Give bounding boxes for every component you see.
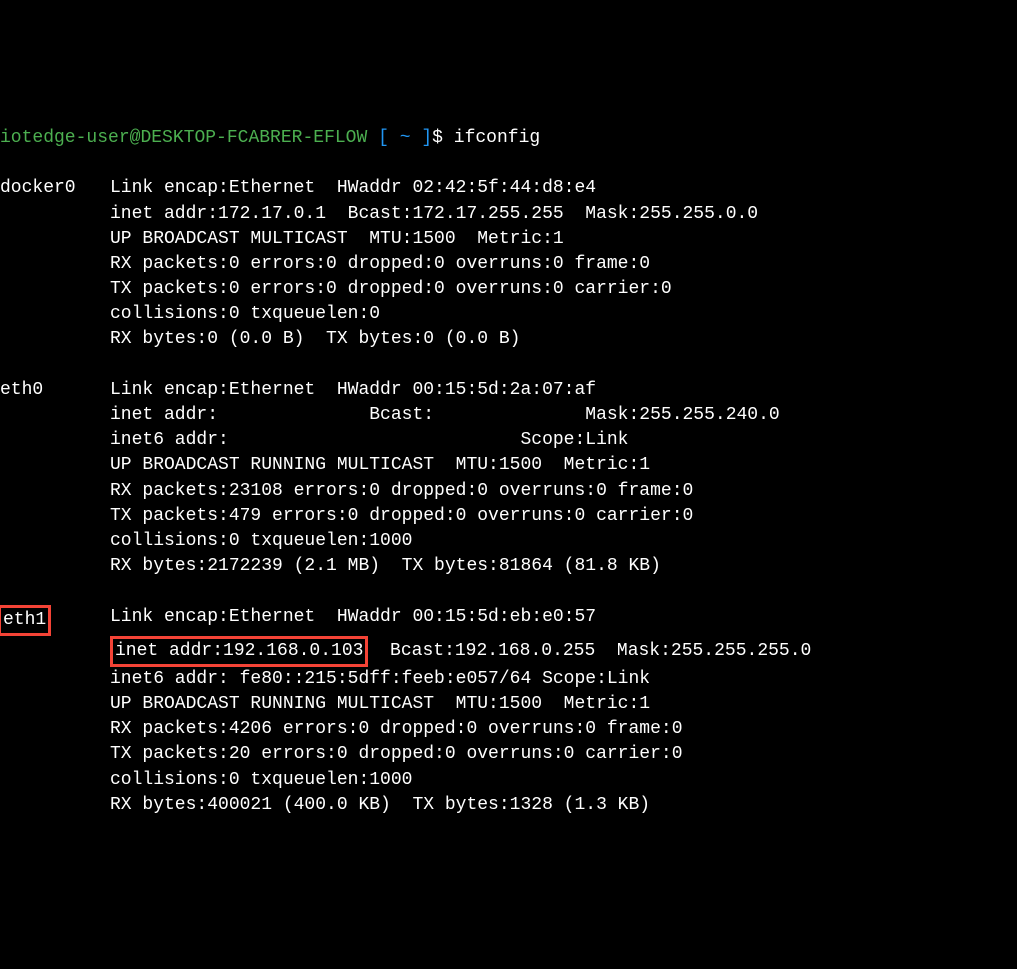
output-line: docker0Link encap:Ethernet HWaddr 02:42:… — [0, 176, 1017, 201]
output-line: RX bytes:2172239 (2.1 MB) TX bytes:81864… — [0, 554, 1017, 579]
interface-name: docker0 — [0, 176, 110, 201]
prompt-user: iotedge-user — [0, 128, 130, 148]
prompt-bracket-close: ] — [421, 128, 432, 148]
output-line: TX packets:0 errors:0 dropped:0 overruns… — [0, 277, 1017, 302]
output-line: UP BROADCAST MULTICAST MTU:1500 Metric:1 — [0, 227, 1017, 252]
output-line: inet addr:172.17.0.1 Bcast:172.17.255.25… — [0, 202, 1017, 227]
output-line: RX bytes:400021 (400.0 KB) TX bytes:1328… — [0, 793, 1017, 818]
output-line: eth0Link encap:Ethernet HWaddr 00:15:5d:… — [0, 378, 1017, 403]
prompt-line[interactable]: iotedge-user@DESKTOP-FCABRER-EFLOW [ ~ ]… — [0, 126, 1017, 151]
output-detail: Bcast:192.168.0.255 Mask:255.255.255.0 — [368, 641, 811, 661]
interfaces-output: docker0Link encap:Ethernet HWaddr 02:42:… — [0, 176, 1017, 818]
prompt-bracket-open: [ — [378, 128, 389, 148]
output-line: collisions:0 txqueuelen:0 — [0, 302, 1017, 327]
prompt-host: DESKTOP-FCABRER-EFLOW — [140, 128, 367, 148]
output-line: collisions:0 txqueuelen:1000 — [0, 768, 1017, 793]
output-line: TX packets:20 errors:0 dropped:0 overrun… — [0, 742, 1017, 767]
output-line: RX bytes:0 (0.0 B) TX bytes:0 (0.0 B) — [0, 327, 1017, 352]
typed-command: ifconfig — [454, 128, 540, 148]
blank-line — [0, 579, 1017, 604]
output-line: inet6 addr: Scope:Link — [0, 428, 1017, 453]
prompt-symbol: $ — [432, 128, 443, 148]
output-line: UP BROADCAST RUNNING MULTICAST MTU:1500 … — [0, 453, 1017, 478]
output-line: RX packets:23108 errors:0 dropped:0 over… — [0, 479, 1017, 504]
prompt-path: ~ — [400, 128, 411, 148]
interface-name: eth1 — [0, 605, 110, 636]
highlight-inet-addr: inet addr:192.168.0.103 — [110, 636, 368, 667]
blank-line — [0, 353, 1017, 378]
output-line: inet6 addr: fe80::215:5dff:feeb:e057/64 … — [0, 667, 1017, 692]
output-line: inet addr: Bcast: Mask:255.255.240.0 — [0, 403, 1017, 428]
output-line: RX packets:0 errors:0 dropped:0 overruns… — [0, 252, 1017, 277]
prompt-at: @ — [130, 128, 141, 148]
output-line: RX packets:4206 errors:0 dropped:0 overr… — [0, 717, 1017, 742]
output-detail: Link encap:Ethernet HWaddr 02:42:5f:44:d… — [110, 176, 596, 201]
highlight-interface-name: eth1 — [0, 605, 51, 636]
output-line: collisions:0 txqueuelen:1000 — [0, 529, 1017, 554]
interface-name: eth0 — [0, 378, 110, 403]
output-line: eth1 Link encap:Ethernet HWaddr 00:15:5d:… — [0, 605, 1017, 636]
output-line: inet addr:192.168.0.103 Bcast:192.168.0.… — [0, 636, 1017, 667]
output-line: TX packets:479 errors:0 dropped:0 overru… — [0, 504, 1017, 529]
terminal-output: iotedge-user@DESKTOP-FCABRER-EFLOW [ ~ ]… — [0, 101, 1017, 843]
output-detail: Link encap:Ethernet HWaddr 00:15:5d:eb:e… — [110, 605, 596, 630]
output-detail: Link encap:Ethernet HWaddr 00:15:5d:2a:0… — [110, 378, 596, 403]
output-line: UP BROADCAST RUNNING MULTICAST MTU:1500 … — [0, 692, 1017, 717]
